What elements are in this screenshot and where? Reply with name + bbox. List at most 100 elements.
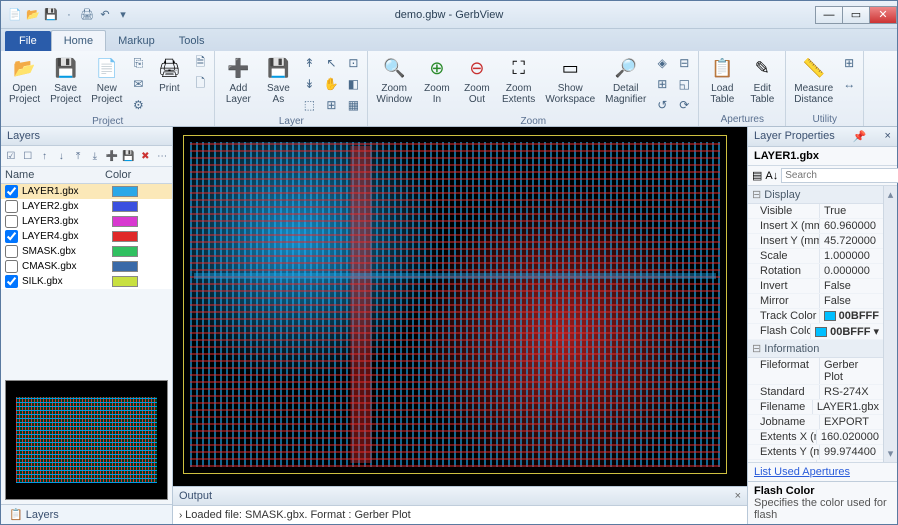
preview-thumbnail[interactable]: [5, 380, 168, 500]
qat-new-icon[interactable]: 📄: [7, 7, 23, 23]
project-sm1[interactable]: ⎘: [128, 53, 148, 73]
qat-open-icon[interactable]: 📂: [25, 7, 41, 23]
maximize-button[interactable]: ▭: [842, 6, 870, 24]
layer-tb-up-icon[interactable]: ↑: [37, 148, 53, 164]
layer-color-swatch[interactable]: [112, 246, 138, 257]
zoom-out-button[interactable]: ⊖ZoomOut: [458, 53, 496, 107]
prop-mirror[interactable]: False: [820, 294, 883, 308]
close-button[interactable]: ✕: [869, 6, 897, 24]
layer-color-swatch[interactable]: [112, 276, 138, 287]
layer-checkbox[interactable]: [5, 230, 18, 243]
layer-sm4[interactable]: ⊞: [321, 95, 341, 115]
layer-sm2[interactable]: ↡: [299, 74, 319, 94]
prop-cat-display[interactable]: Display: [748, 186, 883, 204]
measure-distance-button[interactable]: 📏MeasureDistance: [790, 53, 837, 107]
layer-checkbox[interactable]: [5, 185, 18, 198]
qat-print-icon[interactable]: 🖨: [79, 7, 95, 23]
add-layer-button[interactable]: ➕AddLayer: [219, 53, 257, 107]
layer-row[interactable]: LAYER2.gbx: [1, 199, 172, 214]
layer-row[interactable]: LAYER1.gbx: [1, 184, 172, 199]
edit-table-button[interactable]: ✎EditTable: [743, 53, 781, 107]
layer-row[interactable]: CMASK.gbx: [1, 259, 172, 274]
open-project-button[interactable]: 📂OpenProject: [5, 53, 44, 107]
layer-tb-delete-icon[interactable]: ✖: [137, 148, 153, 164]
zoom-sm2[interactable]: ⊞: [652, 74, 672, 94]
layer-sm5[interactable]: ⊡: [343, 53, 363, 73]
prop-flash-color[interactable]: 00BFFF ▾: [811, 324, 883, 339]
zoom-sm1[interactable]: ◈: [652, 53, 672, 73]
detail-magnifier-button[interactable]: 🔎DetailMagnifier: [601, 53, 650, 107]
layers-col-name[interactable]: Name: [5, 169, 105, 181]
new-project-button[interactable]: 📄NewProject: [87, 53, 126, 107]
pcb-canvas[interactable]: [173, 127, 747, 486]
layer-tb-bottom-icon[interactable]: ⤓: [87, 148, 103, 164]
tab-home[interactable]: Home: [51, 30, 106, 51]
properties-object[interactable]: LAYER1.gbx: [748, 147, 897, 166]
layer-row[interactable]: SILK.gbx: [1, 274, 172, 289]
pointer-icon[interactable]: ↖: [321, 53, 341, 73]
prop-categorize-icon[interactable]: ▤: [752, 169, 762, 182]
layer-tb-down-icon[interactable]: ↓: [53, 148, 69, 164]
zoom-in-button[interactable]: ⊕ZoomIn: [418, 53, 456, 107]
layer-sm1[interactable]: ↟: [299, 53, 319, 73]
layer-color-swatch[interactable]: [112, 186, 138, 197]
layer-tb-check-icon[interactable]: ☑: [3, 148, 19, 164]
print-sm1[interactable]: 🗎: [190, 53, 210, 73]
qat-save-icon[interactable]: 💾: [43, 7, 59, 23]
prop-invert[interactable]: False: [820, 279, 883, 293]
layer-tb-add-icon[interactable]: ➕: [104, 148, 120, 164]
layer-color-swatch[interactable]: [112, 261, 138, 272]
prop-sort-icon[interactable]: A↓: [765, 170, 778, 182]
layer-tb-top-icon[interactable]: ⤒: [70, 148, 86, 164]
prop-insert-x[interactable]: 60.960000: [820, 219, 883, 233]
layer-color-swatch[interactable]: [112, 231, 138, 242]
layer-tb-save-icon[interactable]: 💾: [121, 148, 137, 164]
zoom-sm3[interactable]: ↺: [652, 95, 672, 115]
util-sm1[interactable]: ⊞: [839, 53, 859, 73]
output-close-icon[interactable]: ×: [735, 490, 741, 502]
layer-sm7[interactable]: ▦: [343, 95, 363, 115]
pin-icon[interactable]: 📌: [853, 130, 867, 143]
layer-color-swatch[interactable]: [112, 201, 138, 212]
zoom-sm4[interactable]: ⊟: [674, 53, 694, 73]
zoom-sm5[interactable]: ◱: [674, 74, 694, 94]
layers-col-color[interactable]: Color: [105, 169, 168, 181]
layer-checkbox[interactable]: [5, 275, 18, 288]
tab-file[interactable]: File: [5, 31, 51, 51]
minimize-button[interactable]: —: [815, 6, 843, 24]
layer-checkbox[interactable]: [5, 245, 18, 258]
layers-tab-button[interactable]: 📋 Layers: [1, 504, 172, 524]
tab-tools[interactable]: Tools: [167, 31, 217, 51]
qat-drop-icon[interactable]: ▾: [115, 7, 131, 23]
properties-scrollbar[interactable]: ▴▾: [883, 186, 897, 462]
show-workspace-button[interactable]: ▭ShowWorkspace: [541, 53, 599, 107]
qat-undo-icon[interactable]: ↶: [97, 7, 113, 23]
prop-rotation[interactable]: 0.000000: [820, 264, 883, 278]
layer-sm6[interactable]: ◧: [343, 74, 363, 94]
hand-icon[interactable]: ✋: [321, 74, 341, 94]
print-button[interactable]: 🖨Print: [150, 53, 188, 96]
layer-tb-uncheck-icon[interactable]: ☐: [20, 148, 36, 164]
layer-tb-more-icon[interactable]: ⋯: [154, 148, 170, 164]
layer-checkbox[interactable]: [5, 215, 18, 228]
layer-checkbox[interactable]: [5, 260, 18, 273]
zoom-extents-button[interactable]: ⛶ZoomExtents: [498, 53, 539, 107]
prop-visible[interactable]: True: [820, 204, 883, 218]
prop-cat-information[interactable]: Information: [748, 340, 883, 358]
prop-track-color[interactable]: 00BFFF: [820, 309, 883, 323]
save-as-button[interactable]: 💾SaveAs: [259, 53, 297, 107]
zoom-window-button[interactable]: 🔍ZoomWindow: [372, 53, 416, 107]
tab-markup[interactable]: Markup: [106, 31, 167, 51]
layer-sm3[interactable]: ⬚: [299, 95, 319, 115]
prop-scale[interactable]: 1.000000: [820, 249, 883, 263]
prop-insert-y[interactable]: 45.720000: [820, 234, 883, 248]
list-used-apertures-link[interactable]: List Used Apertures: [748, 462, 897, 481]
layer-color-swatch[interactable]: [112, 216, 138, 227]
print-sm2[interactable]: 🗋: [190, 74, 210, 94]
project-sm2[interactable]: ✉: [128, 74, 148, 94]
util-sm2[interactable]: ↔: [839, 74, 859, 94]
layer-row[interactable]: SMASK.gbx: [1, 244, 172, 259]
project-sm3[interactable]: ⚙: [128, 95, 148, 115]
zoom-sm6[interactable]: ⟳: [674, 95, 694, 115]
save-project-button[interactable]: 💾SaveProject: [46, 53, 85, 107]
